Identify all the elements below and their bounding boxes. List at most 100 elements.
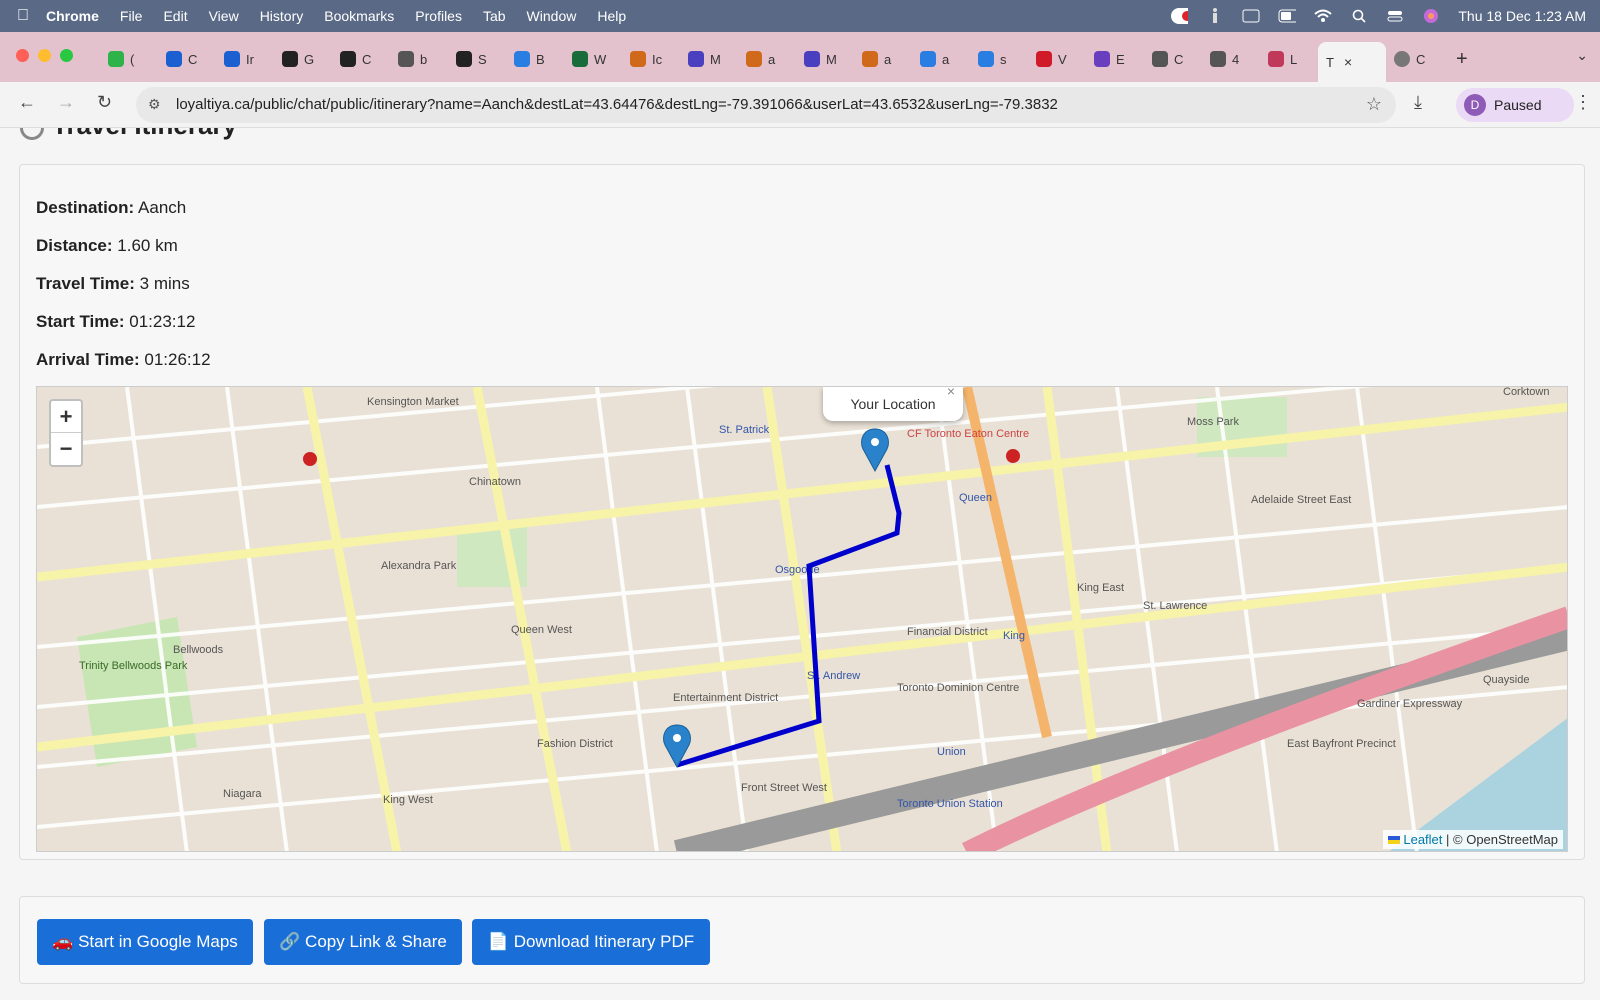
menu-view[interactable]: View: [209, 8, 239, 24]
browser-tab[interactable]: C: [332, 43, 390, 75]
browser-tab[interactable]: Ir: [216, 43, 274, 75]
accessibility-icon[interactable]: [1206, 8, 1224, 23]
leaflet-link[interactable]: Leaflet: [1403, 832, 1442, 847]
forward-arrow-icon[interactable]: →: [57, 92, 75, 113]
menu-profiles[interactable]: Profiles: [415, 8, 462, 24]
map-label-front-street: Front Street West: [741, 782, 827, 794]
map-label-kensington: Kensington Market: [367, 396, 459, 408]
control-center-icon[interactable]: [1386, 9, 1404, 23]
browser-tab[interactable]: S: [448, 43, 506, 75]
minimize-window-button[interactable]: [38, 49, 51, 62]
arrival-time-row: Arrival Time: 01:26:12: [36, 350, 211, 370]
siri-icon[interactable]: [1422, 9, 1440, 23]
more-options-icon[interactable]: ⋮: [1574, 92, 1592, 113]
action-bar: 🚗 Start in Google Maps 🔗 Copy Link & Sha…: [19, 896, 1585, 984]
menu-file[interactable]: File: [120, 8, 143, 24]
tab-favicon-icon: [166, 51, 182, 67]
tab-search-chevron-icon[interactable]: ⌄: [1576, 47, 1588, 64]
profile-button[interactable]: D Paused: [1456, 88, 1574, 122]
browser-tab[interactable]: E: [1086, 43, 1144, 75]
tab-favicon-icon: [920, 51, 936, 67]
wifi-icon[interactable]: [1314, 9, 1333, 23]
browser-tab[interactable]: C: [1386, 43, 1444, 75]
browser-toolbar: ← → ↻ ⚙ loyaltiya.ca/public/chat/public/…: [0, 82, 1600, 128]
tab-favicon-icon: [1036, 51, 1052, 67]
map-label-king: King: [1003, 630, 1025, 642]
browser-tab[interactable]: M: [680, 43, 738, 75]
menu-bookmarks[interactable]: Bookmarks: [324, 8, 394, 24]
menu-history[interactable]: History: [260, 8, 304, 24]
browser-tab[interactable]: 4: [1202, 43, 1260, 75]
new-tab-plus-icon[interactable]: +: [1456, 48, 1468, 71]
map-label-fashion: Fashion District: [537, 738, 613, 750]
tab-favicon-icon: [804, 51, 820, 67]
reload-icon[interactable]: ↻: [97, 92, 112, 113]
bookmark-star-icon[interactable]: ☆: [1366, 94, 1382, 115]
download-icon[interactable]: ⤓: [1414, 92, 1422, 113]
tab-title: C: [362, 51, 372, 67]
browser-tab[interactable]: C: [158, 43, 216, 75]
osm-attribution[interactable]: | © OpenStreetMap: [1446, 832, 1558, 847]
tab-title: C: [188, 51, 198, 67]
recording-icon[interactable]: [1170, 8, 1189, 24]
tab-favicon-icon: [862, 51, 878, 67]
travel-time-label: Travel Time:: [36, 274, 135, 293]
site-settings-icon[interactable]: ⚙: [148, 96, 161, 113]
back-arrow-icon[interactable]: ←: [18, 92, 36, 113]
maximize-window-button[interactable]: [60, 49, 73, 62]
browser-tab[interactable]: L: [1260, 43, 1318, 75]
map-label-queen-west: Queen West: [511, 624, 572, 636]
tab-title: Ic: [652, 51, 663, 67]
copy-link-button[interactable]: 🔗 Copy Link & Share: [264, 919, 462, 965]
browser-tab[interactable]: a: [854, 43, 912, 75]
tab-title: W: [594, 51, 607, 67]
popup-close-icon[interactable]: ×: [947, 387, 955, 399]
browser-tab[interactable]: G: [274, 43, 332, 75]
apple-icon[interactable]: : [0, 7, 46, 25]
address-bar-url[interactable]: loyaltiya.ca/public/chat/public/itinerar…: [176, 96, 1058, 113]
menu-bar-clock[interactable]: Thu 18 Dec 1:23 AM: [1458, 8, 1586, 24]
address-bar[interactable]: ⚙ loyaltiya.ca/public/chat/public/itiner…: [136, 87, 1396, 123]
close-tab-icon[interactable]: ×: [1344, 54, 1352, 70]
search-icon[interactable]: [1350, 9, 1368, 23]
map-label-st-patrick: St. Patrick: [719, 424, 770, 436]
tab-favicon-icon: [398, 51, 414, 67]
download-pdf-button[interactable]: 📄 Download Itinerary PDF: [472, 919, 710, 965]
tab-favicon-icon: [340, 51, 356, 67]
tab-favicon-icon: [1094, 51, 1110, 67]
tab-title: a: [884, 51, 892, 67]
menu-help[interactable]: Help: [597, 8, 626, 24]
browser-tab[interactable]: B: [506, 43, 564, 75]
browser-tab[interactable]: Ic: [622, 43, 680, 75]
browser-tab[interactable]: C: [1144, 43, 1202, 75]
hospital-icon: [303, 452, 317, 466]
browser-tab-active[interactable]: T ×: [1318, 42, 1386, 82]
map-label-corktown: Corktown: [1503, 387, 1549, 398]
menu-app-name[interactable]: Chrome: [46, 8, 99, 24]
menu-window[interactable]: Window: [527, 8, 577, 24]
browser-tab[interactable]: a: [912, 43, 970, 75]
zoom-in-button[interactable]: +: [51, 401, 81, 433]
battery-icon[interactable]: [1278, 9, 1297, 23]
start-time-value: 01:23:12: [129, 312, 196, 331]
browser-tab[interactable]: b: [390, 43, 448, 75]
browser-tab[interactable]: (: [100, 43, 158, 75]
browser-tab[interactable]: a: [738, 43, 796, 75]
map-label-bellwoods: Bellwoods: [173, 644, 224, 656]
browser-tab[interactable]: s: [970, 43, 1028, 75]
browser-tab[interactable]: V: [1028, 43, 1086, 75]
browser-tab[interactable]: M: [796, 43, 854, 75]
map-tiles[interactable]: Kensington Market Chinatown Alexandra Pa…: [37, 387, 1568, 852]
keyboard-icon[interactable]: [1242, 9, 1260, 23]
your-location-popup: Your Location ×: [823, 387, 963, 421]
menu-tab[interactable]: Tab: [483, 8, 506, 24]
macos-menu-bar:  Chrome File Edit View History Bookmark…: [0, 0, 1600, 32]
close-window-button[interactable]: [16, 49, 29, 62]
browser-tab[interactable]: W: [564, 43, 622, 75]
menu-edit[interactable]: Edit: [163, 8, 187, 24]
zoom-out-button[interactable]: −: [51, 433, 81, 465]
tab-title: S: [478, 51, 487, 67]
start-google-maps-button[interactable]: 🚗 Start in Google Maps: [37, 919, 253, 965]
tab-favicon-icon: [572, 51, 588, 67]
route-map[interactable]: Kensington Market Chinatown Alexandra Pa…: [36, 386, 1568, 852]
